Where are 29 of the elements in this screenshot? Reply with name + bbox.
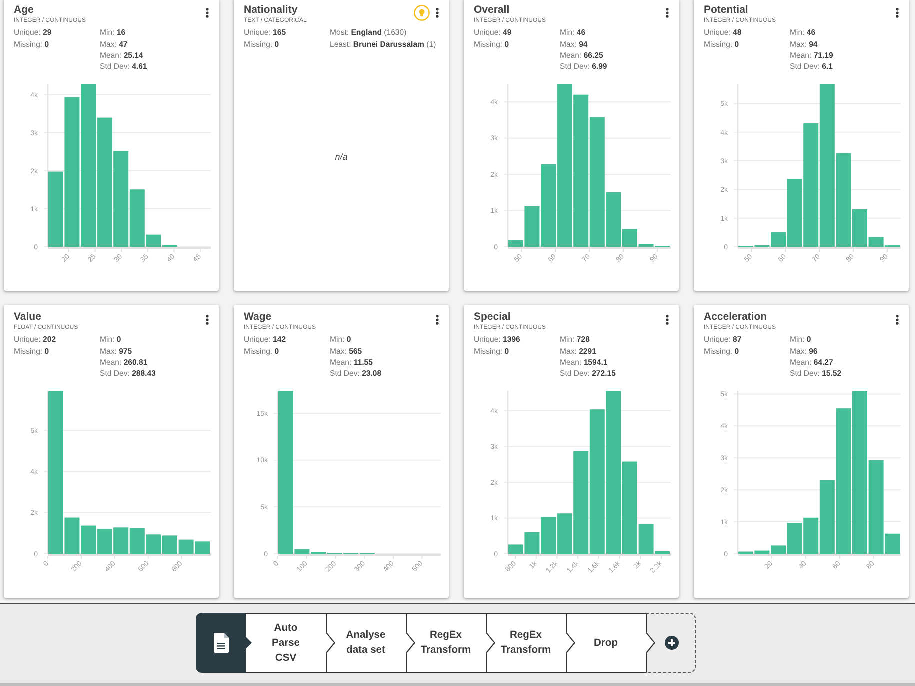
kebab-menu-icon[interactable] <box>666 8 669 18</box>
no-chart-text: n/a <box>335 152 348 162</box>
column-title: Overall <box>474 4 510 17</box>
column-title: Special <box>474 311 511 324</box>
data-source-button[interactable] <box>196 613 246 673</box>
pipeline-step-button[interactable]: Auto Parse CSV <box>246 613 326 673</box>
histogram-bar <box>195 542 210 554</box>
column-title: Acceleration <box>704 311 768 324</box>
kebab-menu-icon[interactable] <box>666 314 669 324</box>
column-title: Value <box>14 311 42 324</box>
column-title: Wage <box>244 311 272 324</box>
kebab-menu-icon[interactable] <box>436 8 439 18</box>
histogram-bar <box>162 536 178 554</box>
column-title: Nationality <box>244 4 298 17</box>
column-title: Potential <box>704 4 748 17</box>
kebab-menu-icon[interactable] <box>206 314 209 324</box>
kebab-menu-icon[interactable] <box>436 314 439 324</box>
histogram-bar <box>97 529 112 554</box>
column-title: Age <box>14 4 34 17</box>
histogram-bar <box>178 540 194 554</box>
plus-circle-icon[interactable] <box>664 636 678 650</box>
kebab-menu-icon[interactable] <box>896 8 899 18</box>
kebab-menu-icon[interactable] <box>206 8 209 18</box>
histogram-bar <box>81 526 96 554</box>
histogram-bar <box>130 528 145 554</box>
document-icon[interactable] <box>214 633 228 653</box>
kebab-menu-icon[interactable] <box>896 314 899 324</box>
histogram-bar <box>146 534 162 554</box>
histogram-bar <box>114 528 129 554</box>
